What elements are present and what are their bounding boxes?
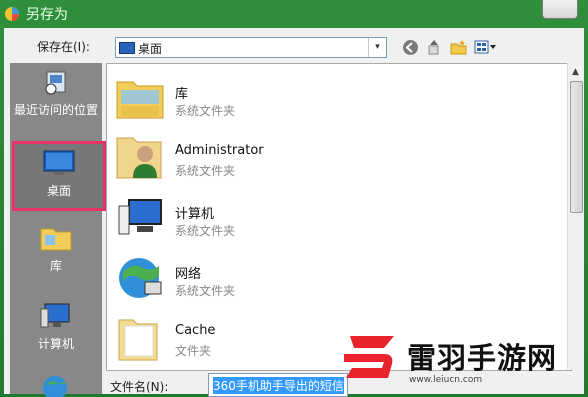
list-item[interactable]: 网络 系统文件夹 [115, 252, 535, 310]
file-name: 库 [175, 87, 189, 102]
title-bar: 另存为 [0, 0, 588, 28]
chevron-down-icon[interactable]: ▾ [368, 38, 386, 57]
list-item[interactable]: 库 系统文件夹 [115, 72, 535, 130]
save-in-label: 保存在(I): [37, 40, 90, 54]
vertical-scrollbar[interactable]: ▲ [567, 63, 584, 369]
file-name: 网络 [175, 267, 202, 282]
file-name: 计算机 [175, 207, 215, 222]
file-type: 系统文件夹 [175, 284, 236, 298]
scroll-up-icon[interactable]: ▲ [572, 67, 579, 77]
file-type: 系统文件夹 [175, 224, 236, 238]
app-icon [5, 7, 19, 21]
filename-input[interactable]: 360手机助手导出的短信 [208, 373, 348, 397]
watermark-url: www.leiucn.com [409, 375, 483, 385]
scroll-thumb[interactable] [570, 81, 583, 213]
folder-icon [118, 319, 158, 361]
file-name: Cache [175, 323, 216, 338]
user-folder-icon [116, 137, 162, 179]
file-list[interactable]: 库 系统文件夹 Administrator 系统文件夹 计算机 系统文件夹 网络… [106, 63, 572, 371]
place-desktop[interactable]: 桌面 [12, 141, 106, 211]
place-computer[interactable]: 计算机 [12, 301, 100, 352]
recent-places-icon [45, 71, 66, 95]
place-label: 库 [49, 259, 62, 273]
computer-icon [40, 303, 70, 328]
back-button[interactable] [402, 39, 419, 56]
filename-value: 360手机助手导出的短信 [213, 377, 344, 394]
new-folder-button[interactable] [450, 39, 467, 56]
up-folder-button[interactable] [426, 39, 443, 56]
place-label: 最近访问的位置 [13, 103, 98, 117]
network-globe-icon [119, 258, 162, 298]
desktop-icon [119, 42, 135, 54]
place-recent[interactable]: 最近访问的位置 [12, 69, 100, 118]
file-name: Administrator [175, 143, 264, 158]
file-type: 系统文件夹 [175, 104, 236, 118]
save-as-dialog: 另存为 保存在(I): 桌面 ▾ 最近访问的位置 桌面 库 计算机 库 系统文件… [0, 0, 588, 397]
close-button[interactable] [542, 0, 578, 19]
window-title: 另存为 [26, 7, 68, 23]
desktop-icon [43, 150, 75, 175]
network-globe-icon [43, 376, 67, 397]
list-item[interactable]: Administrator 系统文件夹 [115, 132, 535, 190]
places-bar: 最近访问的位置 桌面 库 计算机 [10, 63, 106, 397]
place-label: 桌面 [46, 184, 71, 198]
file-type: 文件夹 [175, 344, 212, 358]
list-item[interactable]: 计算机 系统文件夹 [115, 192, 535, 250]
file-type: 系统文件夹 [175, 164, 236, 178]
view-menu-button[interactable] [474, 39, 498, 56]
computer-icon [118, 199, 162, 235]
filename-label: 文件名(N): [110, 380, 169, 394]
watermark-text: 雷羽手游网 [407, 341, 558, 375]
watermark-logo [344, 336, 394, 378]
place-libraries[interactable]: 库 [12, 223, 100, 274]
libraries-folder-icon [116, 81, 164, 119]
location-combobox[interactable]: 桌面 ▾ [115, 37, 387, 58]
place-label: 计算机 [37, 337, 74, 351]
libraries-icon [40, 228, 72, 251]
location-value: 桌面 [138, 42, 163, 56]
